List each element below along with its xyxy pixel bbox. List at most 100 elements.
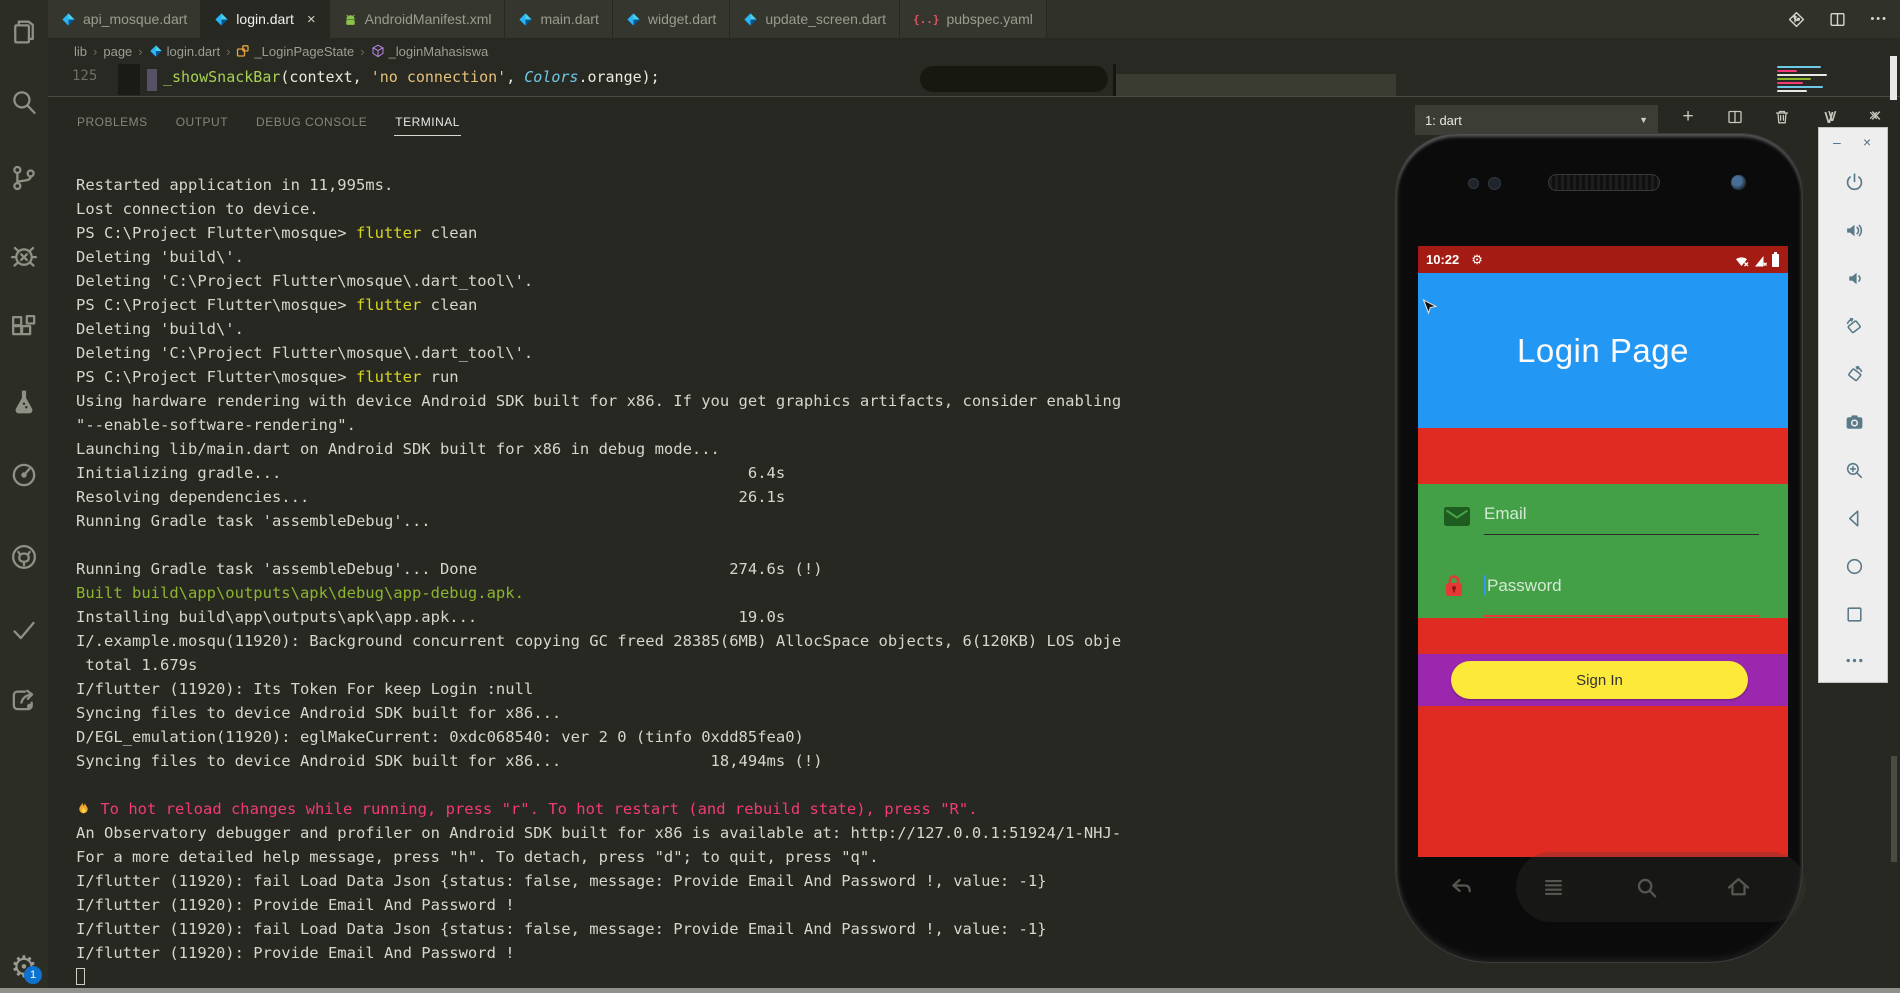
emulator-screen[interactable]: 10:22 ⚙ Login Page Email Password Sign I… — [1418, 246, 1788, 857]
test-flask-icon[interactable] — [6, 384, 42, 420]
panel-tab-output[interactable]: OUTPUT — [175, 109, 229, 136]
emu-back-icon[interactable] — [1836, 500, 1872, 536]
code-line[interactable]: _showSnackBar(context, 'no connection', … — [163, 68, 660, 86]
open-changes-icon[interactable] — [1788, 11, 1805, 28]
red-band — [1418, 618, 1788, 654]
yaml-file-icon: {..} — [912, 12, 940, 26]
explorer-icon[interactable] — [6, 14, 42, 50]
volume-down-icon[interactable] — [1836, 260, 1872, 296]
tab-androidmanifest-xml[interactable]: AndroidManifest.xml — [329, 0, 506, 38]
panel-tab-terminal[interactable]: TERMINAL — [394, 109, 461, 136]
panel-window-controls: ∨ × — [1826, 106, 1878, 126]
tab-label: widget.dart — [647, 11, 717, 27]
password-field[interactable]: Password — [1418, 569, 1788, 618]
tab-widget-dart[interactable]: widget.dart — [612, 0, 731, 38]
split-editor-icon[interactable] — [1829, 11, 1846, 28]
breadcrumb-item-page[interactable]: page — [103, 44, 132, 59]
panel-chevron-icon[interactable]: ∨ — [1826, 106, 1838, 126]
tab-main-dart[interactable]: main.dart — [505, 0, 613, 38]
dial-icon[interactable] — [6, 457, 42, 493]
volume-up-icon[interactable] — [1836, 212, 1872, 248]
nav-search-icon[interactable] — [1633, 874, 1660, 906]
breadcrumb-item-loginpagestate[interactable]: _LoginPageState — [236, 44, 354, 59]
phone-sensor — [1488, 177, 1501, 190]
tab-api-mosque-dart[interactable]: api_mosque.dart — [48, 0, 202, 38]
panel-close-icon[interactable]: × — [1868, 106, 1878, 126]
nav-back-icon[interactable] — [1448, 874, 1475, 906]
extensions-icon[interactable] — [6, 310, 42, 346]
activity-bar: ⚙ — [0, 0, 48, 993]
android-status-bar: 10:22 ⚙ — [1418, 246, 1788, 273]
kill-terminal-icon[interactable] — [1772, 107, 1792, 127]
dart-file-icon — [61, 12, 76, 27]
app-title: Login Page — [1517, 331, 1689, 369]
nav-menu-icon[interactable] — [1540, 874, 1567, 906]
breadcrumb-label: _loginMahasiswa — [388, 43, 489, 59]
panel-tab-problems[interactable]: PROBLEMS — [76, 109, 149, 136]
emu-home-icon[interactable] — [1836, 548, 1872, 584]
breadcrumb-item-login-dart[interactable]: login.dart — [149, 44, 220, 59]
new-terminal-icon[interactable]: + — [1678, 106, 1698, 127]
emulator-toolbar: – × — [1818, 127, 1888, 683]
source-control-icon[interactable] — [6, 160, 42, 196]
power-icon[interactable] — [1836, 164, 1872, 200]
debug-icon[interactable] — [6, 237, 42, 273]
emu-more-icon[interactable] — [1836, 642, 1872, 678]
app-title-bar: Login Page — [1418, 273, 1788, 428]
close-icon[interactable]: × — [307, 11, 316, 28]
search-icon[interactable] — [6, 84, 42, 120]
github-icon[interactable] — [6, 539, 42, 575]
code-token: , — [506, 68, 525, 86]
dart-file-icon — [743, 12, 758, 27]
share-icon[interactable] — [6, 682, 42, 718]
gutter-mark — [118, 64, 140, 95]
mouse-cursor — [1422, 298, 1438, 325]
window-bottom-edge — [0, 988, 1900, 993]
phone-sensor — [1468, 178, 1479, 189]
nav-home-icon[interactable] — [1725, 874, 1752, 906]
more-actions-icon[interactable]: ••• — [1870, 13, 1888, 25]
tab-label: api_mosque.dart — [83, 11, 188, 27]
emu-overview-icon[interactable] — [1836, 596, 1872, 632]
editor-horizontal-scrollbar[interactable] — [920, 66, 1108, 92]
rotate-right-icon[interactable] — [1836, 356, 1872, 392]
breadcrumb-separator: › — [226, 43, 231, 59]
breadcrumb-item-loginmahasiswa[interactable]: _loginMahasiswa — [371, 43, 489, 59]
rotate-left-icon[interactable] — [1836, 308, 1872, 344]
breadcrumb: lib › page › login.dart › _LoginPageState › _log… — [48, 38, 1900, 64]
sign-in-button[interactable]: Sign In — [1451, 661, 1748, 699]
emulator-close-icon[interactable]: × — [1863, 134, 1871, 150]
flame-icon — [76, 800, 91, 818]
tab-label: AndroidManifest.xml — [364, 11, 492, 27]
panel-tab-debug-console[interactable]: DEBUG CONSOLE — [255, 109, 368, 136]
code-token: 'no connection' — [370, 68, 507, 86]
terminal-scrollbar[interactable] — [1891, 756, 1897, 862]
android-file-icon — [343, 12, 358, 27]
check-icon[interactable] — [6, 612, 42, 648]
login-form: Email Password — [1418, 484, 1788, 618]
editor-area[interactable]: 125 _showSnackBar(context, 'no connectio… — [48, 64, 1900, 97]
email-placeholder: Email — [1484, 504, 1527, 523]
code-token: _showSnackBar — [163, 68, 281, 86]
tab-update-screen-dart[interactable]: update_screen.dart — [730, 0, 900, 38]
right-editor-scrollbar[interactable] — [1890, 56, 1897, 100]
breadcrumb-label: lib — [74, 43, 88, 59]
split-terminal-icon[interactable] — [1725, 107, 1745, 127]
screenshot-camera-icon[interactable] — [1836, 404, 1872, 440]
line-number: 125 — [72, 68, 98, 84]
tab-login-dart[interactable]: login.dart × — [201, 0, 330, 38]
minimap-code — [1777, 66, 1833, 94]
code-token: (context, — [280, 68, 371, 86]
breadcrumb-item-lib[interactable]: lib — [74, 44, 87, 59]
signal-off-icon — [1754, 255, 1767, 267]
code-token: .orange); — [578, 68, 660, 86]
tab-pubspec-yaml[interactable]: {..} pubspec.yaml — [899, 0, 1047, 38]
vscode-window: ⚙ 1 api_mosque.dart login.dart × AndroidMan… — [0, 0, 1900, 993]
zoom-icon[interactable] — [1836, 452, 1872, 488]
editor-tab-bar: api_mosque.dart login.dart × AndroidManifes… — [48, 0, 1900, 38]
email-field[interactable]: Email — [1418, 498, 1788, 548]
breadcrumb-label: page — [103, 43, 133, 59]
terminal-selector[interactable]: 1: dart ▼ — [1415, 105, 1658, 135]
emulator-minimize-icon[interactable]: – — [1833, 134, 1841, 150]
terminal-cursor — [76, 968, 85, 985]
